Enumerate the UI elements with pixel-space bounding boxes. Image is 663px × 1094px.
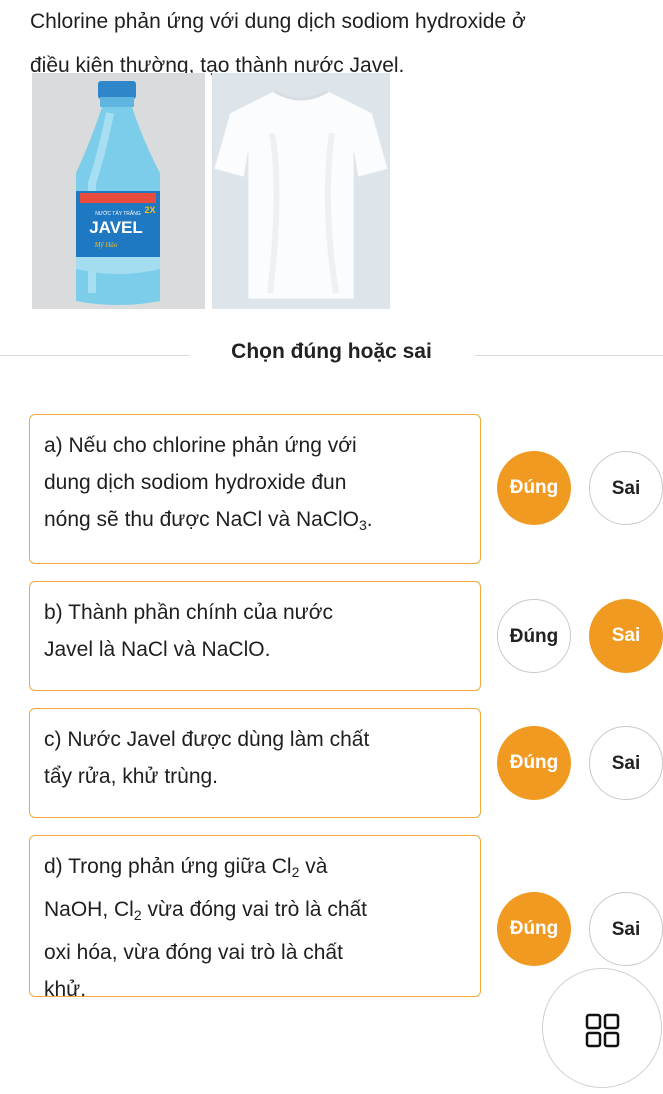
bottle-brand-text: JAVEL — [89, 218, 143, 237]
statement-a-line-3: nóng sẽ thu được NaCl và NaClO3. — [44, 508, 373, 533]
bottle-small-text: NƯỚC TẨY TRẮNG — [95, 209, 141, 217]
grid-icon — [585, 1013, 620, 1048]
section-title-wrap: Chọn đúng hoặc sai — [0, 340, 663, 364]
statement-a-line-2: dung dịch sodiom hydroxide đun — [44, 471, 347, 494]
intro-line-1: Chlorine phản ứng với dung dịch sodiom h… — [30, 10, 526, 33]
section-title: Chọn đúng hoặc sai — [223, 340, 440, 363]
statement-d-line-4: khử. — [44, 978, 87, 1001]
statement-c-line-1: c) Nước Javel được dùng làm chất — [44, 728, 370, 751]
statement-c-true-button[interactable]: Đúng — [497, 726, 571, 800]
white-tshirt-image — [212, 73, 390, 309]
statement-d-true-button[interactable]: Đúng — [497, 892, 571, 966]
statement-card-d: d) Trong phản ứng giữa Cl2 và NaOH, Cl2 … — [29, 835, 481, 1001]
statement-card-a: a) Nếu cho chlorine phản ứng với dung dị… — [29, 414, 481, 564]
section-divider: Chọn đúng hoặc sai — [0, 330, 663, 380]
statement-d-line-3: oxi hóa, vừa đóng vai trò là chất — [44, 941, 343, 964]
statement-c-false-button[interactable]: Sai — [589, 726, 663, 800]
question-images: NƯỚC TẨY TRẮNG JAVEL 2X Mỹ Hảo — [32, 73, 390, 309]
statement-d-false-button[interactable]: Sai — [589, 892, 663, 966]
statement-b-true-button[interactable]: Đúng — [497, 599, 571, 673]
statement-b-line-2: Javel là NaCl và NaClO. — [44, 638, 271, 661]
statement-a-false-button[interactable]: Sai — [589, 451, 663, 525]
statement-d-line-2: NaOH, Cl2 vừa đóng vai trò là chất — [44, 898, 368, 923]
statement-d-line-1: d) Trong phản ứng giữa Cl2 và — [44, 855, 328, 880]
javel-bottle-image: NƯỚC TẨY TRẮNG JAVEL 2X Mỹ Hảo — [32, 73, 205, 309]
bottle-badge-text: 2X — [144, 205, 155, 215]
statement-b-false-button[interactable]: Sai — [589, 599, 663, 673]
statement-c-line-2: tẩy rửa, khử trùng. — [44, 765, 219, 788]
question-grid-button[interactable] — [542, 968, 662, 1088]
statement-a-true-button[interactable]: Đúng — [497, 451, 571, 525]
statement-card-b: b) Thành phần chính của nước Javel là Na… — [29, 581, 481, 691]
statement-b-line-1: b) Thành phần chính của nước — [44, 601, 333, 624]
statement-card-c: c) Nước Javel được dùng làm chất tẩy rửa… — [29, 708, 481, 818]
bottle-sub-text: Mỹ Hảo — [94, 241, 118, 249]
statement-a-line-1: a) Nếu cho chlorine phản ứng với — [44, 434, 357, 457]
